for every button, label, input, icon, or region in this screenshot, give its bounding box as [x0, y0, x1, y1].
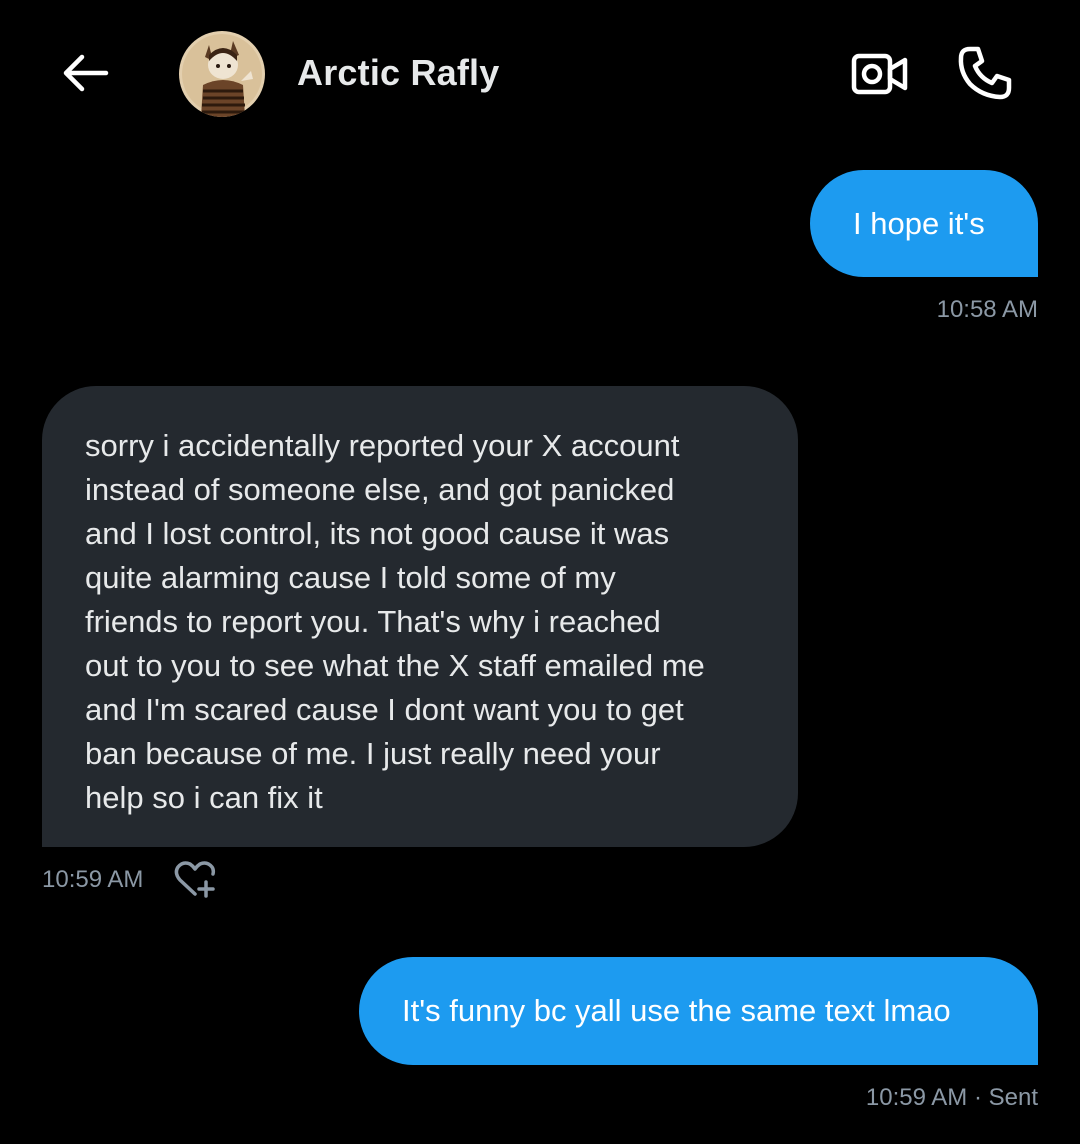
message-bubble-received[interactable]: sorry i accidentally reported your X acc… — [42, 386, 798, 847]
message-timestamp: 10:59 AM — [42, 866, 144, 893]
voice-call-button[interactable] — [952, 42, 1018, 104]
avatar[interactable] — [179, 31, 265, 117]
video-call-button[interactable] — [848, 48, 912, 100]
back-button[interactable] — [58, 50, 112, 96]
add-reaction-button[interactable] — [170, 858, 220, 902]
message-bubble-sent[interactable]: It's funny bc yall use the same text lma… — [359, 957, 1038, 1065]
message-status: 10:59 AM · Sent — [865, 1084, 1038, 1111]
heart-plus-icon — [174, 861, 216, 898]
message-timestamp: 10:58 AM — [936, 296, 1038, 323]
arrow-left-icon — [63, 54, 109, 92]
phone-icon — [958, 46, 1012, 100]
message-bubble-sent[interactable]: I hope it's — [810, 170, 1038, 277]
video-camera-icon — [851, 53, 908, 95]
contact-name[interactable]: Arctic Rafly — [297, 52, 499, 94]
conversation-header: Arctic Rafly — [0, 0, 1080, 150]
